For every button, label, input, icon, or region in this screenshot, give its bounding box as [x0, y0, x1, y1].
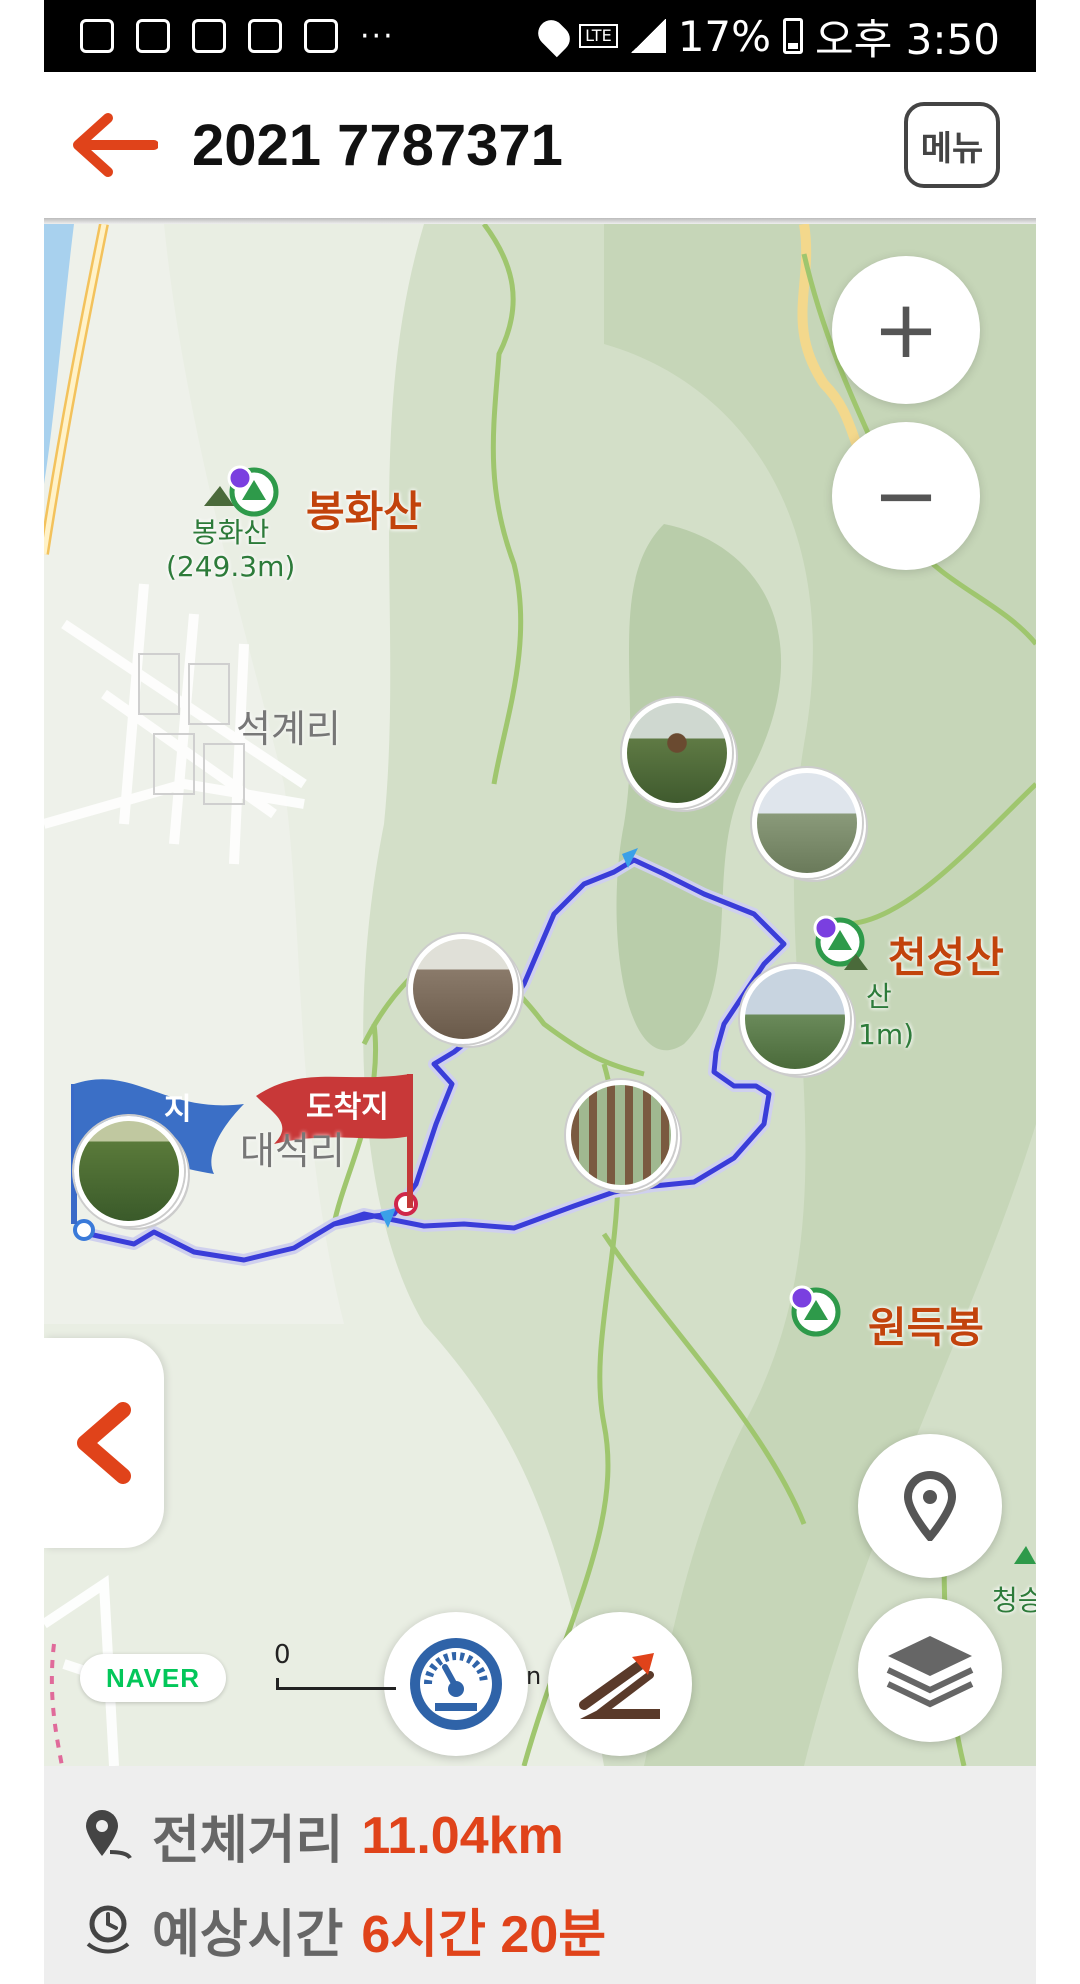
photo-marker-forest[interactable]	[566, 1080, 676, 1190]
edit-notification-icon	[304, 19, 338, 53]
my-location-button[interactable]	[858, 1434, 1002, 1578]
side-panel-toggle[interactable]	[44, 1338, 164, 1548]
route-summary: 전체거리 11.04km 예상시간 6시간 20분	[44, 1766, 1036, 1984]
layers-icon	[886, 1636, 974, 1708]
distance-value: 11.04km	[361, 1806, 564, 1865]
distance-label: 전체거리	[152, 1811, 344, 1871]
naver-logo: NAVER	[80, 1654, 226, 1702]
scale-bar	[276, 1678, 396, 1690]
app-header: 2021 7787371 메뉴	[44, 72, 1036, 218]
bonghwasan-label: 봉화산	[306, 487, 422, 536]
location-icon	[532, 14, 576, 58]
chevron-left-icon	[77, 1402, 131, 1484]
battery-percent: 17%	[677, 11, 772, 61]
app-notification-icon	[80, 19, 114, 53]
daeseokri-label: 대석리	[240, 1129, 345, 1173]
elevation-button[interactable]	[548, 1612, 692, 1756]
cheonseongsan-peak-name: 산	[866, 980, 892, 1013]
back-arrow-icon[interactable]	[68, 110, 159, 180]
card-notification-icon	[192, 19, 226, 53]
mail-notification-icon	[248, 19, 282, 53]
network-type: LTE	[579, 24, 618, 48]
location-pin-icon	[903, 1471, 957, 1541]
bonghwasan-peak-height: (249.3m)	[166, 550, 296, 583]
system-icons: LTE 17% 오후 3:50	[532, 6, 1000, 67]
map-scale: 0	[274, 1640, 396, 1694]
bonghwasan-peak-label: 봉화산 (249.3m)	[166, 516, 295, 584]
arrival-flag-label[interactable]: 도착지	[306, 1082, 389, 1126]
photo-marker-view[interactable]	[740, 964, 850, 1074]
seokgyeri-label: 석계리	[236, 707, 341, 751]
signal-icon	[629, 19, 666, 53]
notification-icons: ···	[80, 19, 395, 54]
clock: 오후 3:50	[815, 14, 1000, 64]
more-notifications-icon: ···	[360, 18, 395, 54]
time-row: 예상시간 6시간 20분	[80, 1892, 606, 1967]
photo-marker-reeds[interactable]	[752, 768, 862, 878]
elevation-icon	[579, 1653, 660, 1719]
map-view[interactable]: 봉화산 봉화산 (249.3m) 석계리 대석리 천성산 산 1m) 원득봉 청…	[44, 224, 1036, 1766]
clock-icon	[86, 1905, 130, 1953]
zoom-out-button[interactable]: −	[832, 422, 980, 570]
time-value: 6시간 20분	[361, 1906, 607, 1964]
layers-button[interactable]	[858, 1598, 1002, 1742]
minus-icon: −	[872, 449, 940, 542]
photo-marker-start[interactable]	[74, 1116, 184, 1226]
time-label: 예상시간	[152, 1905, 344, 1965]
photo-marker-rocks[interactable]	[408, 934, 518, 1044]
distance-row: 전체거리 11.04km	[80, 1798, 564, 1873]
cheong-partial-label: 청승	[992, 1584, 1036, 1617]
cheonseongsan-label: 천성산	[888, 933, 1004, 982]
speedometer-icon	[410, 1638, 502, 1730]
wondeukbong-label: 원득봉	[868, 1303, 984, 1352]
bonghwasan-peak-name: 봉화산	[192, 516, 270, 549]
scale-zero: 0	[274, 1640, 291, 1670]
plus-icon: +	[872, 283, 940, 376]
pill-notification-icon	[136, 19, 170, 53]
menu-button[interactable]: 메뉴	[904, 102, 1000, 188]
battery-icon	[783, 18, 804, 54]
start-flag-label: 지	[164, 1092, 192, 1127]
photo-marker-signpost[interactable]	[622, 698, 732, 808]
speedometer-button[interactable]	[384, 1612, 528, 1756]
zoom-in-button[interactable]: +	[832, 256, 980, 404]
scale-unit: n	[526, 1662, 542, 1690]
cheonseongsan-peak-height: 1m)	[858, 1018, 915, 1051]
distance-pin-icon	[86, 1809, 132, 1859]
page-title: 2021 7787371	[192, 112, 563, 178]
status-bar: ··· LTE 17% 오후 3:50	[44, 0, 1036, 72]
